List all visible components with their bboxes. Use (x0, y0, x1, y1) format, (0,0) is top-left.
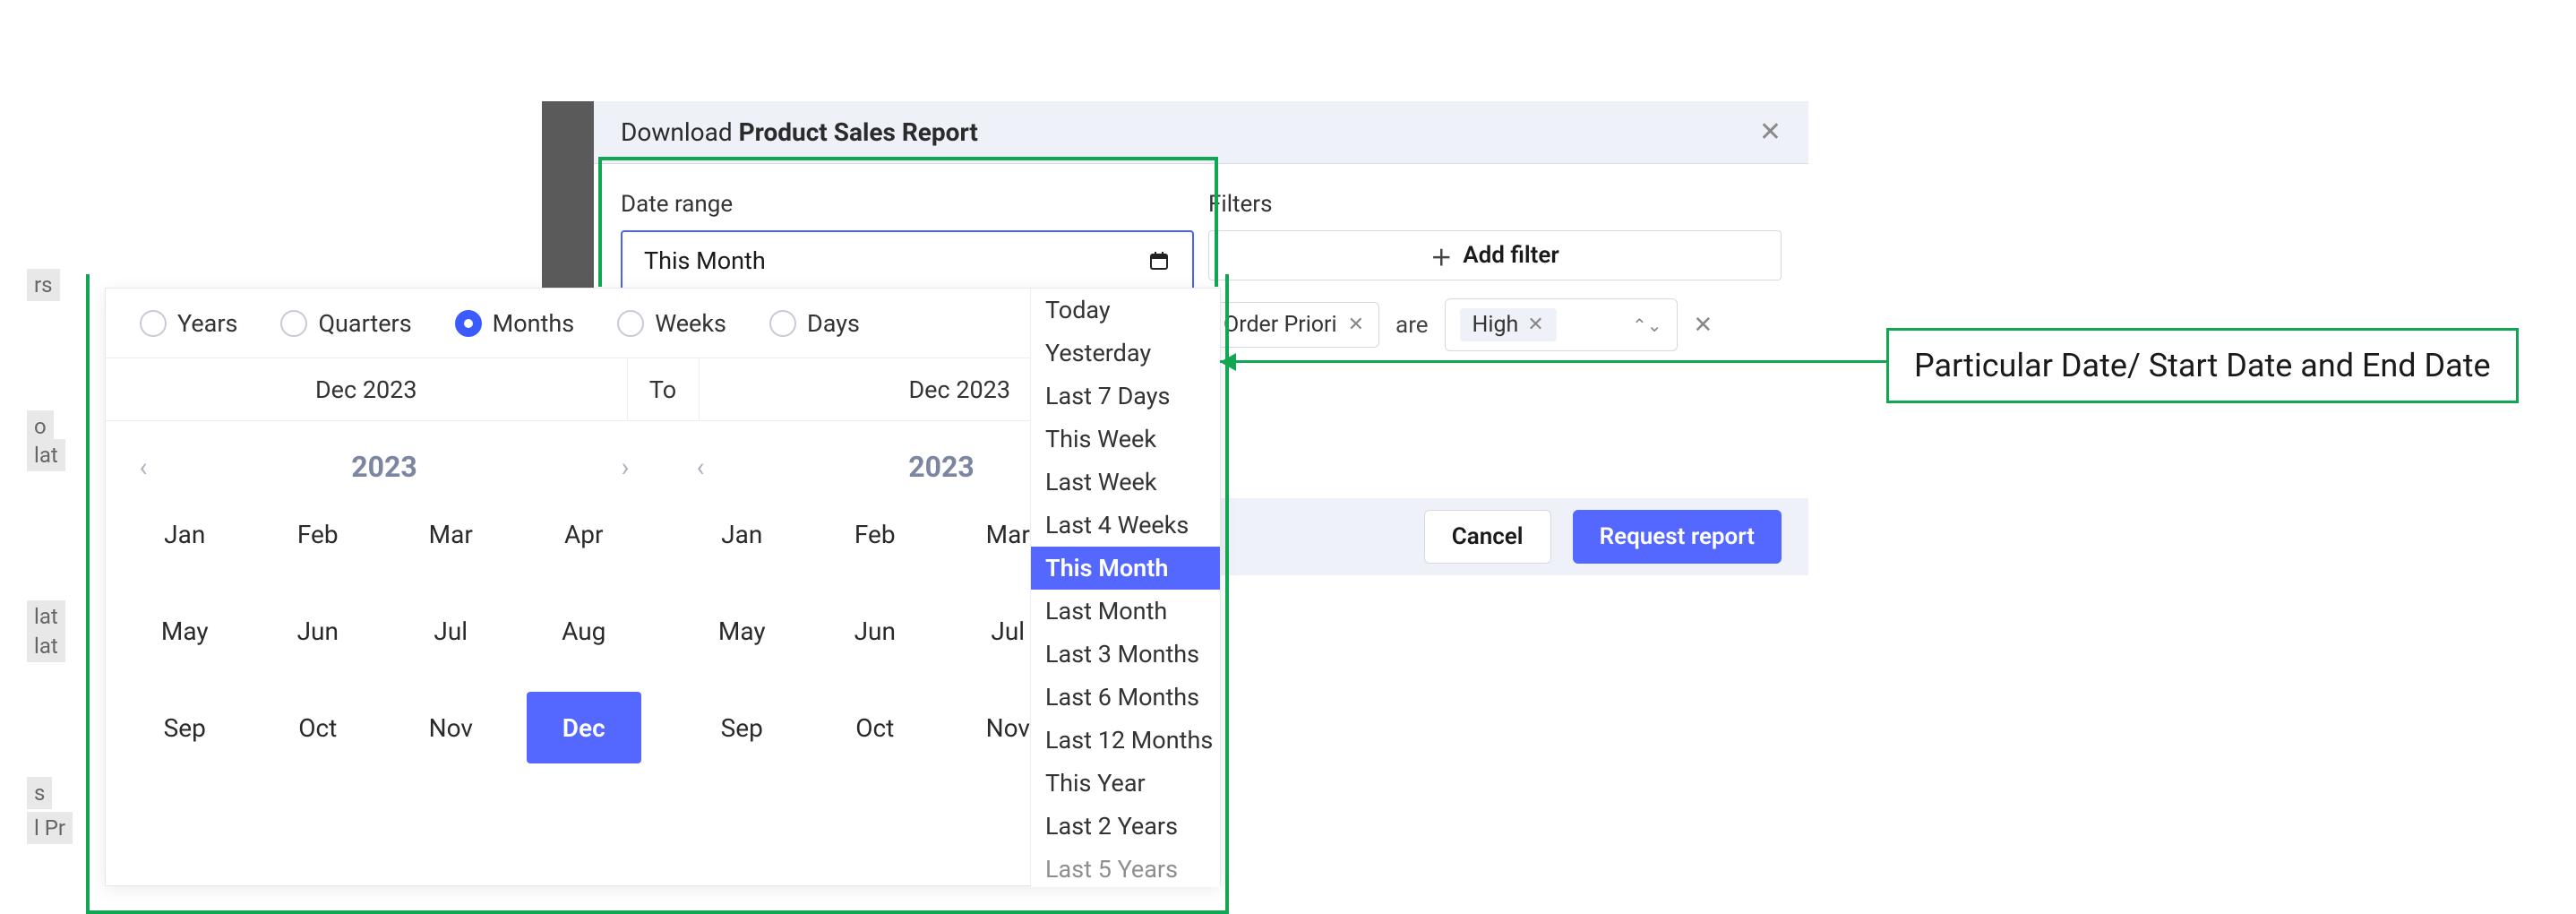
dialog-title-prefix: Download (621, 117, 739, 147)
close-icon[interactable]: ✕ (1759, 116, 1782, 148)
month-may[interactable]: May (127, 595, 243, 667)
preset-last-12-months[interactable]: Last 12 Months (1031, 719, 1220, 762)
dialog-title-bold: Product Sales Report (739, 117, 978, 147)
select-caret-icon: ⌃⌄ (1632, 315, 1662, 336)
preset-last-7-days[interactable]: Last 7 Days (1031, 375, 1220, 418)
remove-filter-row-icon[interactable]: ✕ (1694, 312, 1713, 339)
period-tab-label: Years (177, 309, 237, 338)
month-apr[interactable]: Apr (527, 498, 642, 570)
month-feb[interactable]: Feb (261, 498, 376, 570)
preset-this-year[interactable]: This Year (1031, 762, 1220, 805)
period-tab-label: Days (807, 309, 860, 338)
period-tab-quarters[interactable]: Quarters (268, 304, 424, 343)
month-jun[interactable]: Jun (818, 595, 933, 667)
bg-text: lat (27, 630, 65, 662)
month-sep[interactable]: Sep (684, 692, 800, 763)
prev-year-icon[interactable]: ‹ (684, 451, 717, 483)
annotation-connector (1220, 360, 1886, 363)
radio-icon (140, 310, 167, 337)
month-jan[interactable]: Jan (684, 498, 800, 570)
preset-this-month[interactable]: This Month (1031, 547, 1220, 590)
bg-text: lat (27, 439, 65, 471)
period-tab-months[interactable]: Months (442, 304, 588, 343)
bg-text: o (27, 410, 54, 443)
preset-last-3-months[interactable]: Last 3 Months (1031, 633, 1220, 676)
month-nov[interactable]: Nov (393, 692, 509, 763)
add-filter-label: Add filter (1463, 242, 1558, 269)
date-picker-popover: Years Quarters Months Weeks Days Dec 2023 To… (105, 288, 1221, 886)
calendar-from: ‹ 2023 › JanFebMarApr MayJunJulAug Sep OctN… (106, 430, 663, 774)
period-tab-days[interactable]: Days (757, 304, 872, 343)
radio-icon (769, 310, 796, 337)
range-from[interactable]: Dec 2023 (106, 358, 628, 420)
period-tab-weeks[interactable]: Weeks (605, 304, 739, 343)
remove-value-icon[interactable]: ✕ (1527, 314, 1543, 336)
calendar-year: 2023 (351, 450, 416, 484)
preset-last-month[interactable]: Last Month (1031, 590, 1220, 633)
remove-field-icon[interactable]: ✕ (1348, 314, 1364, 336)
filter-field-chip[interactable]: Order Priori ✕ (1208, 302, 1379, 348)
bg-text: rs (27, 269, 60, 301)
month-jun[interactable]: Jun (261, 595, 376, 667)
filter-field-label: Order Priori (1224, 312, 1337, 338)
preset-last-2-years[interactable]: Last 2 Years (1031, 805, 1220, 848)
period-tab-label: Weeks (655, 309, 726, 338)
date-range-input[interactable]: This Month (621, 230, 1194, 291)
month-aug[interactable]: Aug (527, 595, 642, 667)
bg-text: l Pr (27, 812, 73, 844)
preset-last-4-weeks[interactable]: Last 4 Weeks (1031, 504, 1220, 547)
period-tab-label: Quarters (318, 309, 411, 338)
radio-icon (617, 310, 644, 337)
month-feb[interactable]: Feb (818, 498, 933, 570)
request-report-button[interactable]: Request report (1573, 510, 1782, 564)
filter-row: Order Priori ✕ are High ✕ ⌃⌄ ✕ (1208, 298, 1782, 351)
prev-year-icon[interactable]: ‹ (127, 451, 159, 483)
filter-value-tag: High ✕ (1460, 308, 1557, 341)
month-jan[interactable]: Jan (127, 498, 243, 570)
next-year-icon[interactable]: › (609, 451, 641, 483)
cancel-button[interactable]: Cancel (1424, 510, 1551, 564)
period-tab-years[interactable]: Years (127, 304, 250, 343)
month-jul[interactable]: Jul (393, 595, 509, 667)
month-dec[interactable]: Dec (527, 692, 642, 763)
filters-area: Filters ＋ Add filter Order Priori ✕ are … (1208, 191, 1782, 351)
calendar-icon (1147, 250, 1171, 272)
radio-icon (455, 310, 482, 337)
filter-value-label: High (1473, 312, 1519, 338)
annotation-label: Particular Date/ Start Date and End Date (1886, 328, 2519, 403)
month-may[interactable]: May (684, 595, 800, 667)
preset-yesterday[interactable]: Yesterday (1031, 332, 1220, 375)
filter-operator: are (1395, 312, 1429, 339)
dialog-title: Download Product Sales Report (621, 117, 978, 147)
preset-last-6-months[interactable]: Last 6 Months (1031, 676, 1220, 719)
month-oct[interactable]: Oct (818, 692, 933, 763)
preset-list: TodayYesterdayLast 7 DaysThis WeekLast W… (1030, 289, 1220, 887)
preset-this-week[interactable]: This Week (1031, 418, 1220, 461)
month-oct[interactable]: Oct (261, 692, 376, 763)
range-to-label: To (628, 358, 700, 420)
plus-icon: ＋ (1430, 240, 1452, 272)
date-range-value: This Month (644, 246, 766, 275)
month-mar[interactable]: Mar (393, 498, 509, 570)
bg-text: lat (27, 600, 65, 633)
calendar-year: 2023 (908, 450, 974, 484)
annotation-arrow-icon (1220, 353, 1236, 371)
dialog-header: Download Product Sales Report ✕ (594, 101, 1808, 164)
preset-today[interactable]: Today (1031, 289, 1220, 332)
radio-icon (280, 310, 307, 337)
preset-last-week[interactable]: Last Week (1031, 461, 1220, 504)
month-sep[interactable]: Sep (127, 692, 243, 763)
add-filter-button[interactable]: ＋ Add filter (1208, 230, 1782, 280)
period-tab-label: Months (493, 309, 575, 338)
preset-last-5-years[interactable]: Last 5 Years (1031, 848, 1220, 887)
filter-value-select[interactable]: High ✕ ⌃⌄ (1445, 298, 1678, 351)
bg-text: s (27, 777, 52, 809)
filters-label: Filters (1208, 191, 1782, 218)
